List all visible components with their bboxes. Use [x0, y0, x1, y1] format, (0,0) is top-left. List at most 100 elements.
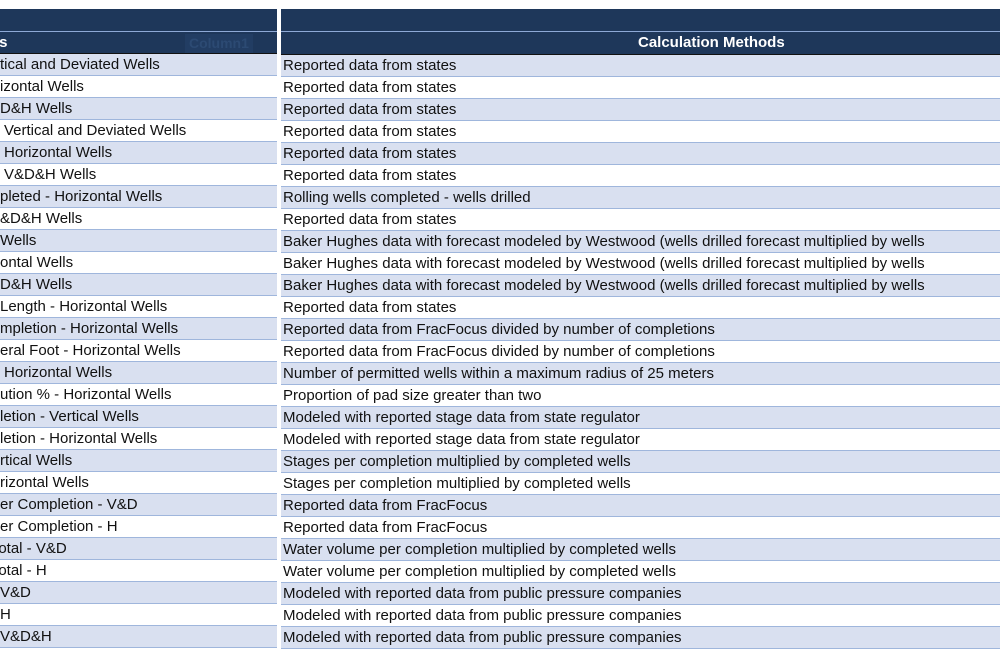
heading-text: Horizontal Wells	[0, 254, 74, 271]
heading-cell[interactable]: Completion - Vertical Wells	[0, 406, 277, 428]
methods-header[interactable]: Calculation Methods	[281, 32, 1000, 55]
heading-text: - Vertical and Deviated Wells	[0, 122, 187, 139]
method-cell[interactable]: Reported data from states	[281, 121, 1000, 143]
heading-cell[interactable]: V&D&H Wells	[0, 274, 277, 296]
methods-column: Calculation Methods Reported data from s…	[281, 9, 1000, 649]
method-text: Proportion of pad size greater than two	[283, 387, 542, 404]
heading-cell[interactable]: Lateral Length - Horizontal Wells	[0, 296, 277, 318]
method-text: Reported data from FracFocus	[283, 519, 488, 536]
method-cell[interactable]: Rolling wells completed - wells drilled	[281, 187, 1000, 209]
heading-cell[interactable]: Horizontal Wells	[0, 252, 277, 274]
method-cell[interactable]: Modeled with reported stage data from st…	[281, 407, 1000, 429]
heading-cell[interactable]: H	[0, 604, 277, 626]
heading-cell[interactable]: Completed - Horizontal Wells	[0, 186, 277, 208]
heading-text: Total - V&D	[0, 540, 67, 557]
heading-cell[interactable]: Completion - Horizontal Wells	[0, 428, 277, 450]
method-cell[interactable]: Stages per completion multiplied by comp…	[281, 451, 1000, 473]
heading-text: Completion - Horizontal Wells	[0, 430, 158, 447]
heading-cell[interactable]: per Completion - Horizontal Wells	[0, 318, 277, 340]
heading-cell[interactable]: - Horizontal Wells	[0, 142, 277, 164]
heading-cell[interactable]: - Horizontal Wells	[0, 362, 277, 384]
heading-cell[interactable]: V&D	[0, 582, 277, 604]
heading-cell[interactable]: - Vertical and Deviated Wells	[0, 120, 277, 142]
heading-text: Wells	[0, 232, 37, 249]
headings-rows: Vertical and Deviated Wells Horizontal We…	[0, 54, 277, 648]
method-text: Reported data from states	[283, 211, 457, 228]
heading-cell[interactable]: Total - V&D	[0, 538, 277, 560]
heading-cell[interactable]: Horizontal Wells	[0, 76, 277, 98]
methods-header-label: Calculation Methods	[638, 34, 785, 51]
method-text: Rolling wells completed - wells drilled	[283, 189, 531, 206]
heading-text: per Completion - Horizontal Wells	[0, 320, 179, 337]
method-cell[interactable]: Baker Hughes data with forecast modeled …	[281, 231, 1000, 253]
heading-text: Total - H	[0, 562, 47, 579]
heading-cell[interactable]: per Completion - V&D	[0, 494, 277, 516]
method-cell[interactable]: Reported data from states	[281, 165, 1000, 187]
method-text: Stages per completion multiplied by comp…	[283, 475, 631, 492]
heading-cell[interactable]: V&D&H	[0, 626, 277, 648]
method-cell[interactable]: Number of permitted wells within a maxim…	[281, 363, 1000, 385]
method-cell[interactable]: Modeled with reported data from public p…	[281, 583, 1000, 605]
method-cell[interactable]: Water volume per completion multiplied b…	[281, 539, 1000, 561]
heading-text: - V&D&H Wells	[0, 166, 97, 183]
heading-text: V&D&H Wells	[0, 100, 73, 117]
heading-cell[interactable]: Vertical Wells	[0, 450, 277, 472]
heading-cell[interactable]: Horizontal Wells	[0, 472, 277, 494]
method-text: Modeled with reported stage data from st…	[283, 409, 640, 426]
method-text: Stages per completion multiplied by comp…	[283, 453, 631, 470]
method-cell[interactable]: Reported data from states	[281, 209, 1000, 231]
heading-cell[interactable]: per Completion - H	[0, 516, 277, 538]
method-cell[interactable]: Baker Hughes data with forecast modeled …	[281, 275, 1000, 297]
method-cell[interactable]: Reported data from states	[281, 143, 1000, 165]
column1-ghost-label: Column1	[185, 34, 253, 53]
heading-text: per Completion - V&D	[0, 496, 138, 513]
heading-cell[interactable]: Total - H	[0, 560, 277, 582]
method-text: Modeled with reported stage data from st…	[283, 431, 640, 448]
heading-text: - Horizontal Wells	[0, 144, 113, 161]
method-cell[interactable]: Reported data from FracFocus	[281, 495, 1000, 517]
heading-cell[interactable]: Vertical and Deviated Wells	[0, 54, 277, 76]
method-text: Modeled with reported data from public p…	[283, 607, 682, 624]
method-text: Modeled with reported data from public p…	[283, 585, 682, 602]
method-cell[interactable]: Reported data from FracFocus divided by …	[281, 341, 1000, 363]
method-text: Baker Hughes data with forecast modeled …	[283, 277, 925, 294]
method-text: Reported data from states	[283, 145, 457, 162]
heading-text: V&D&H Wells	[0, 276, 73, 293]
method-cell[interactable]: Baker Hughes data with forecast modeled …	[281, 253, 1000, 275]
heading-text: per Completion - H	[0, 518, 118, 535]
heading-cell[interactable]: per Lateral Foot - Horizontal Wells	[0, 340, 277, 362]
method-cell[interactable]: Modeled with reported stage data from st…	[281, 429, 1000, 451]
heading-text: per Lateral Foot - Horizontal Wells	[0, 342, 181, 359]
heading-cell[interactable]: - V&D&H Wells	[0, 164, 277, 186]
method-text: Reported data from states	[283, 299, 457, 316]
method-cell[interactable]: Reported data from states	[281, 99, 1000, 121]
method-text: Water volume per completion multiplied b…	[283, 541, 676, 558]
method-cell[interactable]: Reported data from states	[281, 55, 1000, 77]
heading-cell[interactable]: Wells	[0, 230, 277, 252]
heading-cell[interactable]: V&D&H Wells	[0, 208, 277, 230]
method-cell[interactable]: Stages per completion multiplied by comp…	[281, 473, 1000, 495]
method-cell[interactable]: Water volume per completion multiplied b…	[281, 561, 1000, 583]
method-text: Reported data from states	[283, 79, 457, 96]
method-text: Number of permitted wells within a maxim…	[283, 365, 714, 382]
header-band	[281, 9, 1000, 32]
method-cell[interactable]: Proportion of pad size greater than two	[281, 385, 1000, 407]
method-cell[interactable]: Reported data from states	[281, 77, 1000, 99]
heading-text: V&D&H	[0, 628, 52, 645]
heading-text: Completed - Horizontal Wells	[0, 188, 163, 205]
headings-column: Headings Column1 Vertical and Deviated W…	[0, 9, 277, 648]
method-cell[interactable]: Reported data from states	[281, 297, 1000, 319]
method-cell[interactable]: Modeled with reported data from public p…	[281, 627, 1000, 649]
method-cell[interactable]: Reported data from FracFocus divided by …	[281, 319, 1000, 341]
heading-cell[interactable]: V&D&H Wells	[0, 98, 277, 120]
heading-cell[interactable]: Distribution % - Horizontal Wells	[0, 384, 277, 406]
headings-header[interactable]: Headings Column1	[0, 32, 277, 54]
method-text: Water volume per completion multiplied b…	[283, 563, 676, 580]
method-text: Modeled with reported data from public p…	[283, 629, 682, 646]
method-cell[interactable]: Modeled with reported data from public p…	[281, 605, 1000, 627]
method-cell[interactable]: Reported data from FracFocus	[281, 517, 1000, 539]
headings-header-label: Headings	[0, 34, 8, 51]
heading-text: V&D&H Wells	[0, 210, 83, 227]
heading-text: Vertical and Deviated Wells	[0, 56, 160, 73]
heading-text: - Horizontal Wells	[0, 364, 113, 381]
